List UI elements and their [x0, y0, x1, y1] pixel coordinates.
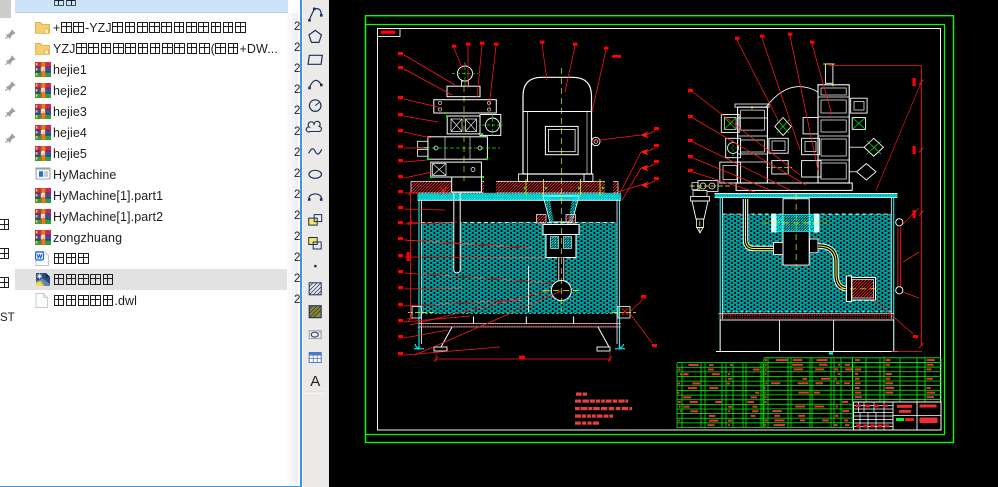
svg-text:A: A — [310, 373, 320, 390]
